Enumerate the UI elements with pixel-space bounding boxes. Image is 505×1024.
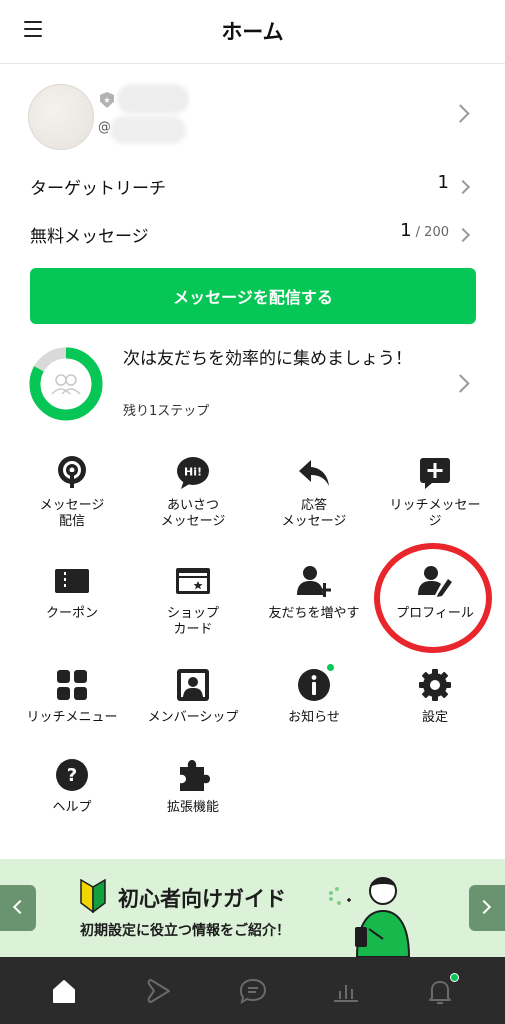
tile-label: リッチメッセー ジ bbox=[389, 498, 481, 529]
tile-shop-card[interactable]: ショップ カード bbox=[130, 560, 256, 660]
banner-subtitle: 初期設定に役立つ情報をご紹介！ bbox=[80, 923, 290, 939]
gear-icon bbox=[419, 669, 451, 701]
free-messages-label: 無料メッセージ bbox=[30, 227, 149, 247]
svg-text:?: ? bbox=[67, 765, 77, 786]
nav-notifications[interactable] bbox=[422, 973, 459, 1009]
banner-next-button[interactable] bbox=[469, 885, 505, 931]
bottom-navigation bbox=[0, 957, 505, 1024]
tile-label: クーポン bbox=[45, 606, 98, 621]
tile-announcements[interactable]: お知らせ bbox=[251, 663, 377, 764]
banner-prev-button[interactable] bbox=[0, 885, 36, 931]
tile-label: 拡張機能 bbox=[166, 800, 219, 815]
tile-label: 友だちを増やす bbox=[268, 606, 360, 621]
chevron-right-icon bbox=[455, 179, 471, 195]
tile-label: 設定 bbox=[421, 710, 448, 725]
help-icon: ? bbox=[56, 759, 88, 791]
play-icon bbox=[147, 979, 170, 1003]
tile-greeting-message[interactable]: Hi! あいさつ メッセージ bbox=[130, 452, 256, 552]
chat-icon bbox=[239, 978, 267, 1005]
tile-label: お知らせ bbox=[288, 710, 340, 725]
profile-edit-icon bbox=[418, 566, 452, 597]
tile-membership[interactable]: メンバーシップ bbox=[130, 664, 256, 764]
onboarding-progress-card[interactable]: 次は友だちを効率的に集めましょう！ 残り1ステップ bbox=[0, 338, 505, 430]
svg-text:Hi!: Hi! bbox=[184, 466, 202, 479]
free-messages-row[interactable]: 無料メッセージ 1 / 200 bbox=[0, 210, 505, 258]
account-summary[interactable]: @ bbox=[0, 64, 505, 164]
avatar bbox=[28, 84, 94, 150]
target-reach-label: ターゲットリーチ bbox=[30, 179, 166, 199]
tile-label: ショップ カード bbox=[166, 606, 219, 637]
account-name-redacted bbox=[117, 84, 189, 114]
tile-label: プロフィール bbox=[396, 606, 474, 621]
progress-remaining: 残り1ステップ bbox=[123, 404, 210, 419]
rich-message-icon bbox=[420, 458, 450, 489]
nav-play[interactable] bbox=[141, 973, 177, 1009]
tile-message-broadcast[interactable]: メッセージ 配信 bbox=[9, 452, 135, 552]
tile-add-friends[interactable]: 友だちを増やす bbox=[251, 560, 377, 660]
send-message-button[interactable]: メッセージを配信する bbox=[30, 268, 476, 324]
person-with-phone-illustration bbox=[329, 877, 411, 957]
account-id-redacted bbox=[110, 116, 186, 144]
banner-title: 初心者向けガイド bbox=[118, 887, 286, 911]
shop-card-icon bbox=[176, 568, 210, 594]
tile-rich-message[interactable]: リッチメッセー ジ bbox=[372, 452, 498, 552]
tile-auto-reply[interactable]: 応答 メッセージ bbox=[251, 452, 377, 552]
broadcast-icon bbox=[58, 456, 86, 488]
notification-dot bbox=[450, 973, 459, 982]
target-reach-value: 1 bbox=[437, 172, 449, 193]
hi-chat-icon: Hi! bbox=[177, 457, 209, 489]
tile-label: リッチメニュー bbox=[26, 710, 118, 725]
page-title: ホーム bbox=[221, 20, 284, 44]
app-header: ホーム bbox=[0, 0, 505, 64]
friends-icon bbox=[51, 374, 81, 395]
coupon-icon bbox=[55, 569, 89, 593]
nav-chat[interactable] bbox=[235, 973, 271, 1009]
reply-arrow-icon bbox=[299, 460, 329, 486]
analytics-icon bbox=[334, 985, 358, 1002]
home-icon bbox=[53, 980, 75, 1003]
chevron-left-icon bbox=[12, 899, 28, 915]
nav-analytics[interactable] bbox=[328, 973, 364, 1009]
rich-menu-icon bbox=[57, 670, 87, 700]
tile-profile[interactable]: プロフィール bbox=[372, 560, 498, 660]
membership-icon bbox=[177, 669, 209, 701]
nav-home[interactable] bbox=[46, 973, 82, 1009]
free-messages-value: 1 / 200 bbox=[400, 220, 449, 241]
progress-ring bbox=[29, 347, 103, 421]
chevron-right-icon bbox=[455, 227, 471, 243]
beginner-mark-icon bbox=[80, 879, 106, 913]
tile-settings[interactable]: 設定 bbox=[372, 664, 498, 764]
tile-rich-menu[interactable]: リッチメニュー bbox=[9, 664, 135, 764]
chevron-right-icon bbox=[451, 374, 470, 393]
beginner-guide-banner[interactable]: 初心者向けガイド 初期設定に役立つ情報をご紹介！ bbox=[0, 859, 505, 957]
tile-extensions[interactable]: 拡張機能 bbox=[130, 754, 256, 854]
puzzle-icon bbox=[180, 760, 210, 791]
add-friend-icon bbox=[297, 566, 331, 597]
tile-label: あいさつ メッセージ bbox=[160, 498, 226, 529]
notification-dot bbox=[326, 663, 335, 672]
info-icon bbox=[298, 669, 330, 701]
progress-title: 次は友だちを効率的に集めましょう！ bbox=[123, 349, 412, 369]
chevron-right-icon bbox=[451, 104, 470, 123]
tile-label: メンバーシップ bbox=[147, 710, 239, 725]
tile-coupon[interactable]: クーポン bbox=[9, 560, 135, 660]
tile-help[interactable]: ? ヘルプ bbox=[9, 754, 135, 854]
tile-label: ヘルプ bbox=[52, 800, 92, 815]
account-id-prefix: @ bbox=[98, 120, 111, 135]
tile-label: メッセージ 配信 bbox=[39, 498, 105, 529]
chevron-right-icon bbox=[476, 899, 492, 915]
verified-badge-icon bbox=[100, 92, 114, 108]
tile-label: 応答 メッセージ bbox=[281, 498, 347, 529]
target-reach-row[interactable]: ターゲットリーチ 1 bbox=[0, 162, 505, 210]
